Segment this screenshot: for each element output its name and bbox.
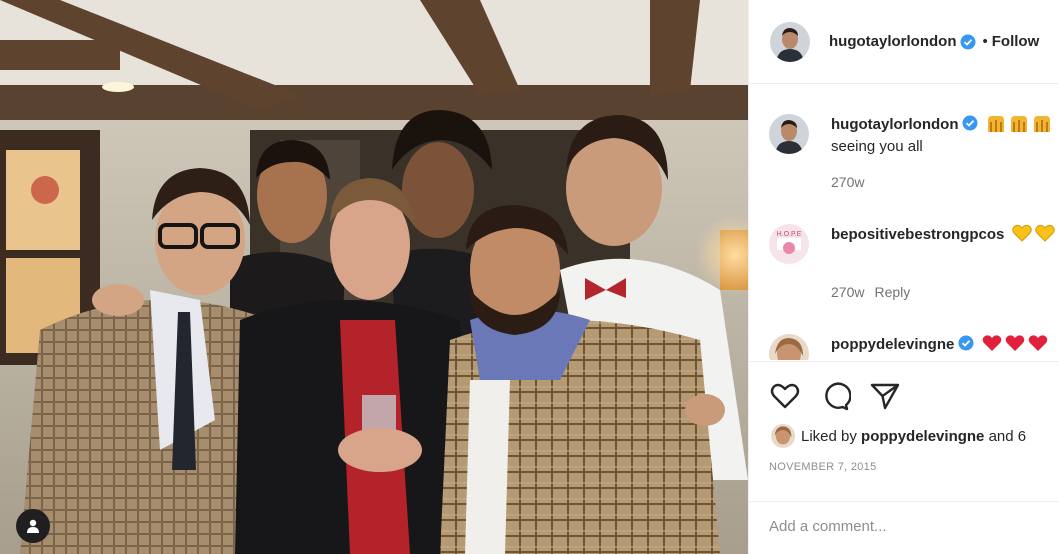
comment-item: poppydelevingne <box>769 334 1058 360</box>
liker-avatar[interactable] <box>771 424 795 448</box>
comments-list: hugotaylorlondon seeing you all 270w H.O… <box>749 84 1058 360</box>
red-heart-icon <box>1028 335 1047 351</box>
verified-badge-icon <box>962 115 978 131</box>
post-photo[interactable] <box>0 0 748 554</box>
add-comment-bar[interactable]: Add a comment... <box>749 501 1058 554</box>
comment-avatar[interactable] <box>769 114 809 154</box>
heart-icon[interactable] <box>769 380 801 412</box>
comment-text: seeing you all <box>831 138 923 155</box>
comment-time[interactable]: 270w <box>831 174 864 190</box>
likes-suffix[interactable]: and 6 <box>989 428 1027 445</box>
photo-image <box>0 0 748 554</box>
add-comment-input[interactable]: Add a comment... <box>769 518 887 535</box>
comment-username[interactable]: hugotaylorlondon <box>831 116 958 133</box>
comment-username[interactable]: bepositivebestrongpcos <box>831 226 1004 243</box>
comment-time[interactable]: 270w <box>831 284 864 300</box>
comment-avatar[interactable] <box>769 334 809 360</box>
verified-badge-icon <box>958 335 974 351</box>
red-heart-icon <box>982 335 1001 351</box>
red-heart-icon <box>1005 335 1024 351</box>
yellow-heart-icon <box>1034 224 1055 242</box>
user-tag-icon <box>27 519 39 533</box>
post-date[interactable]: NOVEMBER 7, 2015 <box>769 461 877 473</box>
comment-avatar[interactable]: H.O.P.E <box>769 224 809 264</box>
likes-prefix: Liked by <box>801 427 857 445</box>
hands-icon <box>987 116 1004 132</box>
comment-item: H.O.P.E bepositivebestrongpcos 270w Reply <box>769 224 1058 303</box>
comment-text <box>831 246 1055 268</box>
author-avatar[interactable] <box>770 21 810 62</box>
comment-body: poppydelevingne <box>831 334 1048 360</box>
comment-username[interactable]: poppydelevingne <box>831 336 954 353</box>
post-actions: Liked by poppydelevingne and 6 NOVEMBER … <box>749 361 1058 554</box>
author-username[interactable]: hugotaylorlondon <box>829 33 956 50</box>
header-separator: • <box>982 33 988 50</box>
hands-icon <box>1010 116 1027 132</box>
verified-badge-icon <box>960 34 976 49</box>
comment-item: hugotaylorlondon seeing you all 270w <box>769 114 1058 193</box>
user-tag-button[interactable] <box>16 509 50 543</box>
send-icon[interactable] <box>869 380 901 412</box>
post-side-panel: hugotaylorlondon • Follow hugotaylorlond… <box>748 0 1058 554</box>
comment-body: bepositivebestrongpcos 270w Reply <box>831 224 1055 303</box>
likes-user[interactable]: poppydelevingne <box>861 428 984 445</box>
yellow-heart-icon <box>1011 224 1032 242</box>
reply-button[interactable]: Reply <box>874 284 910 300</box>
likes-summary: Liked by poppydelevingne and 6 <box>771 424 1026 448</box>
follow-button[interactable]: Follow <box>992 33 1040 50</box>
svg-text:H.O.P.E: H.O.P.E <box>777 231 802 238</box>
hands-icon <box>1033 116 1050 132</box>
comment-body: hugotaylorlondon seeing you all 270w <box>831 114 1052 193</box>
post-header: hugotaylorlondon • Follow <box>749 0 1058 84</box>
comment-icon[interactable] <box>819 380 851 412</box>
action-icons <box>769 380 901 412</box>
